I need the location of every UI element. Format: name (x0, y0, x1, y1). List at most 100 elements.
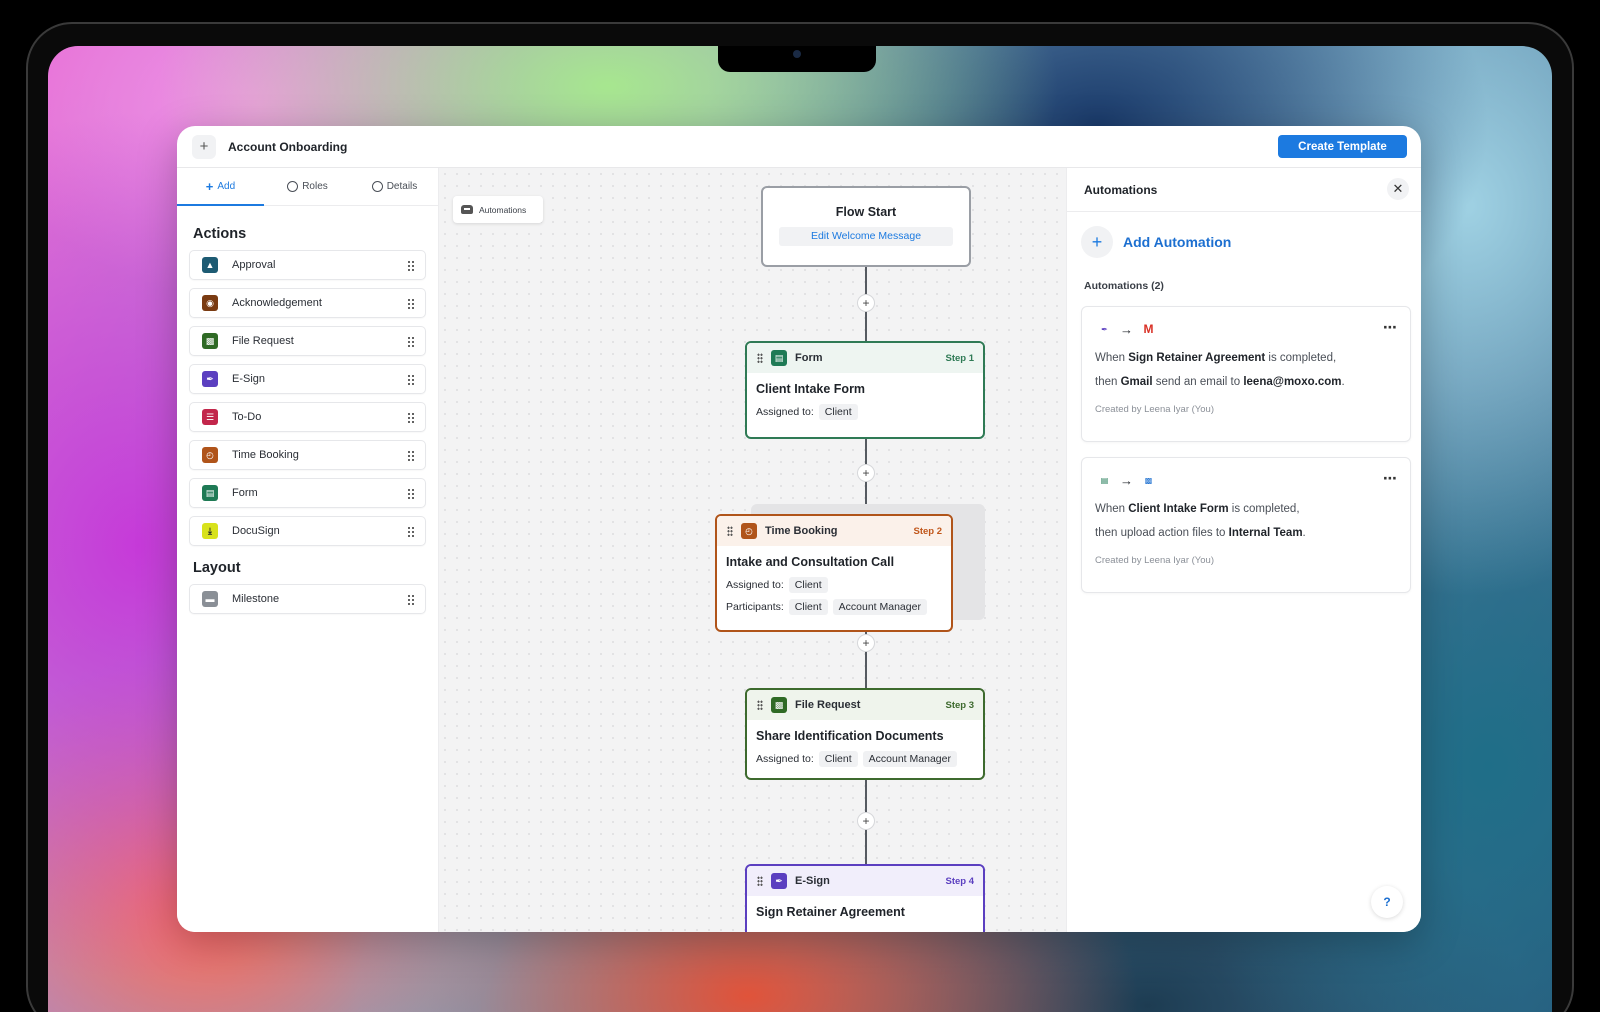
app-window: + Account Onboarding Create Template + A… (177, 126, 1421, 932)
flow-start-node[interactable]: Flow Start Edit Welcome Message (761, 186, 971, 267)
action-label: E-Sign (232, 373, 266, 385)
action-label: File Request (232, 335, 294, 347)
plus-icon: + (205, 179, 214, 194)
drag-handle-icon[interactable] (407, 260, 415, 271)
insert-step-button[interactable]: + (857, 464, 875, 482)
action-acknowledgement[interactable]: ◉ Acknowledgement (189, 288, 426, 318)
arrow-right-icon: → (1120, 321, 1133, 337)
insert-step-button[interactable]: + (857, 294, 875, 312)
tab-add[interactable]: + Add (177, 168, 264, 206)
action-time-booking[interactable]: ◴ Time Booking (189, 440, 426, 470)
tab-label: Roles (302, 181, 328, 192)
close-icon[interactable]: ✕ (1387, 178, 1409, 200)
step-card-e-sign[interactable]: ✒ E-Sign Step 4 Sign Retainer Agreement (745, 864, 985, 932)
action-e-sign[interactable]: ✒ E-Sign (189, 364, 426, 394)
drag-handle-icon[interactable] (407, 594, 415, 605)
step-card-form[interactable]: ▤ Form Step 1 Client Intake Form Assigne… (745, 341, 985, 439)
flow-title: Account Onboarding (228, 139, 348, 154)
action-label: Milestone (232, 593, 280, 605)
info-circle-icon (371, 181, 383, 192)
add-automation-label: Add Automation (1123, 234, 1232, 250)
role-chip: Account Manager (862, 751, 957, 767)
insert-step-button[interactable]: + (857, 812, 875, 830)
left-sidebar: + Add Roles Details Actions ▲ Approval ◉… (177, 168, 439, 932)
drag-handle-icon[interactable] (407, 526, 415, 537)
automations-count: Automations (2) (1084, 280, 1164, 292)
drag-handle-icon[interactable] (407, 412, 415, 423)
automation-created-by: Created by Leena Iyar (You) (1095, 404, 1215, 415)
step-number: Step 1 (945, 352, 974, 364)
layout-milestone[interactable]: ▬ Milestone (189, 584, 426, 614)
action-docusign[interactable]: ⤓ DocuSign (189, 516, 426, 546)
tab-roles[interactable]: Roles (264, 168, 351, 205)
document-icon: ▩ (1144, 475, 1153, 485)
step-name: Sign Retainer Agreement (756, 905, 905, 919)
form-icon: ▤ (771, 350, 787, 366)
assigned-label: Assigned to: (756, 406, 814, 418)
drag-handle-icon[interactable] (757, 876, 763, 886)
step-card-file-request[interactable]: ▩ File Request Step 3 Share Identificati… (745, 688, 985, 780)
step-type: Form (795, 352, 823, 364)
automation-card[interactable]: ▤ → ▩ ⋯ When Client Intake Form is compl… (1081, 457, 1411, 593)
action-to-do[interactable]: ☰ To-Do (189, 402, 426, 432)
flow-start-title: Flow Start (835, 205, 897, 219)
tab-details[interactable]: Details (351, 168, 438, 205)
panel-title: Automations (1084, 182, 1158, 197)
step-name: Intake and Consultation Call (726, 555, 895, 569)
camera-icon (793, 50, 801, 58)
insert-step-button[interactable]: + (857, 634, 875, 652)
step-header: ▩ File Request Step 3 (747, 690, 983, 720)
form-icon: ▤ (1100, 475, 1109, 485)
step-card-time-booking[interactable]: ◴ Time Booking Step 2 Intake and Consult… (715, 514, 953, 632)
top-bar: + Account Onboarding Create Template (177, 126, 1421, 168)
automation-card[interactable]: ✒ → M ⋯ When Sign Retainer Agreement is … (1081, 306, 1411, 442)
add-automation-button[interactable]: + Add Automation (1081, 226, 1421, 258)
create-template-button[interactable]: Create Template (1278, 135, 1407, 158)
more-options-icon[interactable]: ⋯ (1383, 470, 1398, 487)
automation-action: then Gmail send an email to leena@moxo.c… (1095, 376, 1345, 388)
drag-handle-icon[interactable] (407, 336, 415, 347)
drag-handle-icon[interactable] (407, 488, 415, 499)
flow-canvas[interactable]: Automations + + + + Flow Start Edit Welc… (439, 168, 1066, 932)
sidebar-tabs: + Add Roles Details (177, 168, 438, 206)
add-icon[interactable]: + (192, 134, 216, 159)
more-options-icon[interactable]: ⋯ (1383, 319, 1398, 336)
gmail-icon: M (1143, 322, 1154, 336)
help-button[interactable]: ? (1371, 886, 1403, 918)
tab-label: Add (217, 181, 236, 192)
automation-action: then upload action files to Internal Tea… (1095, 527, 1306, 539)
drag-handle-icon[interactable] (727, 526, 733, 536)
action-form[interactable]: ▤ Form (189, 478, 426, 508)
automations-panel: Automations ✕ + Add Automation Automatio… (1066, 168, 1421, 932)
action-approval[interactable]: ▲ Approval (189, 250, 426, 280)
plus-icon: + (1081, 226, 1113, 258)
drag-handle-icon[interactable] (757, 353, 763, 363)
approval-icon: ▲ (202, 257, 218, 273)
drag-handle-icon[interactable] (407, 450, 415, 461)
drag-handle-icon[interactable] (407, 298, 415, 309)
action-file-request[interactable]: ▩ File Request (189, 326, 426, 356)
automations-pill-label: Automations (479, 204, 527, 215)
e-sign-icon: ✒ (771, 873, 787, 889)
step-number: Step 4 (945, 875, 974, 887)
form-icon: ▤ (202, 485, 218, 501)
role-chip: Client (788, 599, 828, 615)
step-header: ✒ E-Sign Step 4 (747, 866, 983, 896)
action-label: Form (232, 487, 258, 499)
drag-handle-icon[interactable] (757, 700, 763, 710)
automation-trigger: When Client Intake Form is completed, (1095, 503, 1300, 515)
action-label: Time Booking (232, 449, 299, 461)
arrow-right-icon: → (1120, 472, 1133, 488)
tab-label: Details (386, 181, 418, 192)
step-header: ▤ Form Step 1 (747, 343, 983, 373)
automations-toggle[interactable]: Automations (453, 196, 543, 223)
automation-trigger: When Sign Retainer Agreement is complete… (1095, 352, 1337, 364)
edit-welcome-message-link[interactable]: Edit Welcome Message (779, 227, 953, 246)
action-label: To-Do (232, 411, 262, 423)
e-sign-icon: ✒ (202, 371, 218, 387)
drag-handle-icon[interactable] (407, 374, 415, 385)
role-chip: Client (818, 404, 858, 420)
robot-icon (461, 205, 473, 214)
e-sign-icon: ✒ (1101, 324, 1108, 334)
action-label: Approval (232, 259, 276, 271)
